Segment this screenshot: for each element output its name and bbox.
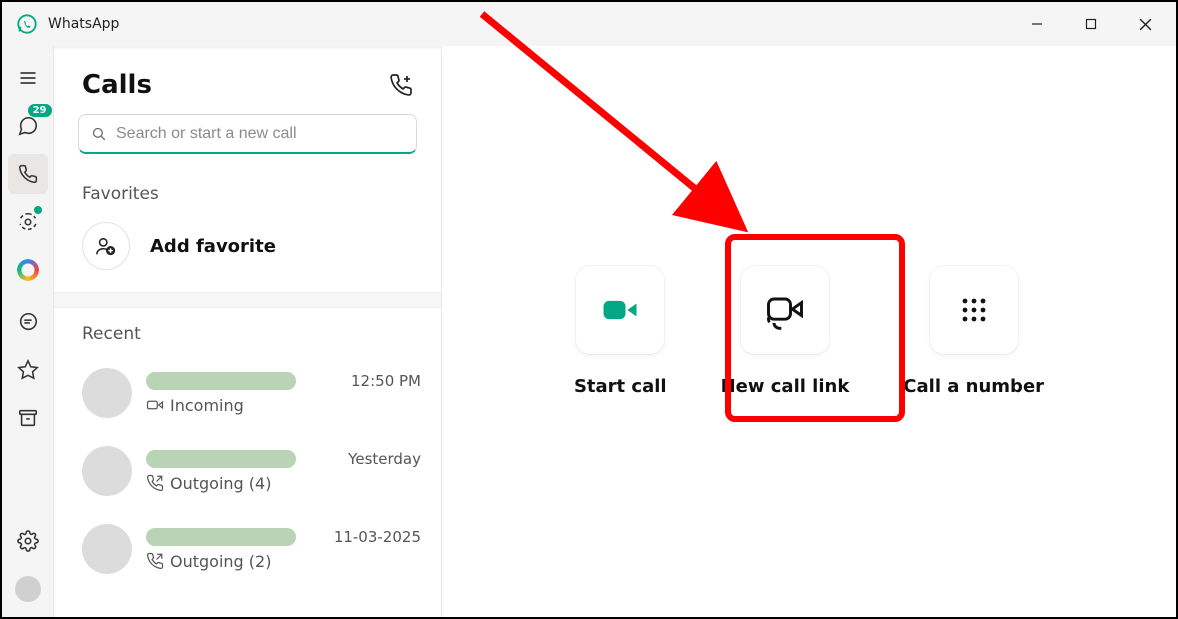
search-box[interactable]	[78, 114, 417, 154]
dialpad-icon	[956, 292, 992, 328]
call-row[interactable]: Outgoing (2) 11-03-2025	[54, 510, 441, 588]
call-a-number-label: Call a number	[903, 376, 1044, 397]
page-title: Calls	[82, 70, 152, 100]
main-content: Start call New call link	[442, 46, 1176, 617]
start-call-button[interactable]	[576, 266, 664, 354]
titlebar: WhatsApp	[2, 2, 1176, 46]
starred-tab[interactable]	[8, 350, 48, 390]
call-time: 11-03-2025	[334, 528, 421, 546]
settings-button[interactable]	[8, 521, 48, 561]
status-dot-icon	[34, 206, 42, 214]
call-row[interactable]: Outgoing (4) Yesterday	[54, 432, 441, 510]
call-direction: Outgoing (2)	[170, 552, 271, 571]
avatar-icon	[15, 576, 41, 602]
call-outgoing-icon	[146, 552, 164, 570]
nav-rail: 29	[2, 46, 54, 617]
call-direction: Incoming	[170, 396, 244, 415]
meta-ai-tab[interactable]	[8, 250, 48, 290]
maximize-button[interactable]	[1064, 2, 1118, 46]
minimize-button[interactable]	[1010, 2, 1064, 46]
call-direction: Outgoing (4)	[170, 474, 271, 493]
new-call-link-button[interactable]	[741, 266, 829, 354]
avatar-icon	[82, 524, 132, 574]
contact-name-redacted	[146, 372, 296, 390]
meta-ai-icon	[17, 259, 39, 281]
new-call-button[interactable]	[389, 73, 413, 97]
contact-name-redacted	[146, 528, 296, 546]
call-outgoing-icon	[146, 474, 164, 492]
calls-sidebar: Calls Favorites Add favorite	[54, 46, 442, 617]
call-time: Yesterday	[348, 450, 421, 468]
recent-label: Recent	[54, 308, 441, 354]
avatar-icon	[82, 446, 132, 496]
favorites-label: Favorites	[54, 168, 441, 214]
video-link-icon	[763, 288, 807, 332]
add-favorite-icon	[82, 222, 130, 270]
profile-button[interactable]	[8, 569, 48, 609]
menu-button[interactable]	[8, 58, 48, 98]
archived-tab[interactable]	[8, 398, 48, 438]
avatar-icon	[82, 368, 132, 418]
divider	[54, 292, 441, 308]
status-tab[interactable]	[8, 202, 48, 242]
video-icon	[598, 288, 642, 332]
call-a-number-button[interactable]	[930, 266, 1018, 354]
calls-tab[interactable]	[8, 154, 48, 194]
video-incoming-icon	[146, 396, 164, 414]
chats-tab[interactable]: 29	[8, 106, 48, 146]
new-call-link-label: New call link	[721, 376, 850, 397]
close-button[interactable]	[1118, 2, 1172, 46]
add-favorite-row[interactable]: Add favorite	[54, 214, 441, 292]
chats-badge: 29	[28, 104, 52, 117]
call-time: 12:50 PM	[351, 372, 421, 390]
start-call-label: Start call	[574, 376, 667, 397]
search-icon	[91, 126, 106, 141]
call-row[interactable]: Incoming 12:50 PM	[54, 354, 441, 432]
app-title: WhatsApp	[48, 16, 119, 32]
contact-name-redacted	[146, 450, 296, 468]
search-input[interactable]	[116, 125, 404, 143]
whatsapp-logo-icon	[16, 13, 38, 35]
add-favorite-label: Add favorite	[150, 236, 276, 257]
channels-tab[interactable]	[8, 302, 48, 342]
